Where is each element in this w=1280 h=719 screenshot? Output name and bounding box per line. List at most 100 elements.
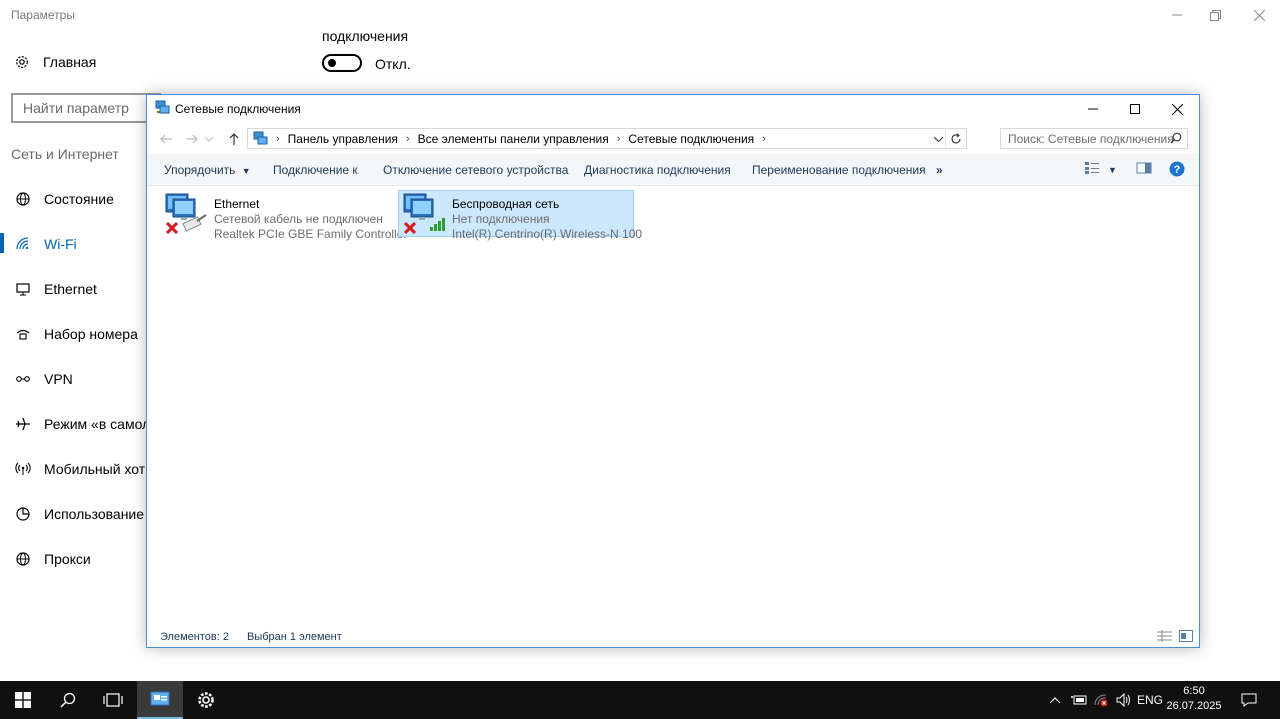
connection-label: подключения xyxy=(322,28,409,44)
connect-to-button[interactable]: Подключение к xyxy=(273,163,358,177)
wifi-disconnected-icon xyxy=(1094,694,1108,707)
connections-list: Ethernet Сетевой кабель не подключен Rea… xyxy=(147,186,1199,619)
nav-item-status[interactable]: Состояние xyxy=(0,176,148,221)
clock[interactable]: 6:50 26.07.2025 xyxy=(1163,684,1225,714)
more-commands-button[interactable]: » xyxy=(936,163,943,177)
volume-button[interactable] xyxy=(1114,681,1134,719)
breadcrumb-control-panel[interactable]: Панель управления xyxy=(288,132,398,146)
hotspot-icon xyxy=(15,461,31,477)
nav-item-wifi[interactable]: Wi-Fi xyxy=(0,221,148,266)
clock-date: 26.07.2025 xyxy=(1166,700,1222,712)
nav-item-hotspot[interactable]: Мобильный хот xyxy=(0,446,148,491)
toggle-knob xyxy=(328,59,336,67)
breadcrumb-network-connections[interactable]: Сетевые подключения xyxy=(628,132,754,146)
nav-item-proxy[interactable]: Прокси xyxy=(0,536,148,581)
minimize-icon xyxy=(1172,14,1182,16)
organize-menu[interactable]: Упорядочить ▼ xyxy=(164,163,251,177)
address-bar[interactable]: › Панель управления › Все элементы панел… xyxy=(247,128,967,149)
nav-item-label: Набор номера xyxy=(44,325,138,342)
proxy-globe-icon xyxy=(15,551,31,567)
explorer-close-button[interactable] xyxy=(1155,95,1199,123)
home-nav-item[interactable]: Главная xyxy=(14,54,96,70)
maximize-icon xyxy=(1130,104,1140,114)
ethernet-icon xyxy=(15,281,31,297)
chevron-right-icon: › xyxy=(616,132,621,145)
help-button[interactable]: ? xyxy=(1169,161,1185,177)
preview-pane-button[interactable] xyxy=(1136,161,1152,175)
nav-item-label: Wi-Fi xyxy=(44,235,77,252)
diagnose-button[interactable]: Диагностика подключения xyxy=(584,163,731,177)
connection-item-wireless[interactable]: Беспроводная сеть Нет подключения Intel(… xyxy=(398,190,642,241)
forward-button[interactable] xyxy=(183,130,201,148)
explorer-minimize-button[interactable] xyxy=(1071,95,1115,123)
svg-text:?: ? xyxy=(1174,164,1181,176)
nav-item-ethernet[interactable]: Ethernet xyxy=(0,266,148,311)
nav-item-airplane[interactable]: Режим «в самол xyxy=(0,401,148,446)
taskbar-settings[interactable] xyxy=(183,681,229,719)
settings-search-input[interactable]: Найти параметр xyxy=(11,93,161,123)
show-hidden-icons-button[interactable] xyxy=(1047,681,1063,719)
close-icon xyxy=(1253,9,1265,21)
input-language-button[interactable]: ENG xyxy=(1136,681,1164,719)
disable-device-button[interactable]: Отключение сетевого устройства xyxy=(383,163,568,177)
network-status-button[interactable] xyxy=(1092,681,1112,719)
nav-item-data-usage[interactable]: Использование xyxy=(0,491,148,536)
tiles-view-button[interactable] xyxy=(1179,630,1193,642)
disconnected-x-icon xyxy=(404,222,416,234)
connection-device: Intel(R) Centrino(R) Wireless-N 100 xyxy=(452,227,643,241)
back-button[interactable] xyxy=(157,130,175,148)
chevron-up-icon xyxy=(1049,696,1061,703)
up-button[interactable] xyxy=(225,130,243,148)
help-icon: ? xyxy=(1169,161,1185,177)
explorer-maximize-button[interactable] xyxy=(1113,95,1157,123)
task-view-button[interactable] xyxy=(90,681,136,719)
dialup-icon xyxy=(15,326,31,342)
chevron-down-icon xyxy=(933,136,943,142)
nav-item-label: VPN xyxy=(44,370,73,387)
chevron-down-icon xyxy=(205,136,213,142)
connection-item-ethernet[interactable]: Ethernet Сетевой кабель не подключен Rea… xyxy=(158,190,407,241)
close-icon xyxy=(1171,103,1183,115)
gear-icon xyxy=(16,56,28,68)
battery-button[interactable] xyxy=(1069,681,1089,719)
speaker-icon xyxy=(1116,693,1130,707)
address-history-button[interactable] xyxy=(930,131,946,147)
details-view-button[interactable] xyxy=(1157,630,1172,642)
nav-item-vpn[interactable]: VPN xyxy=(0,356,148,401)
battery-icon xyxy=(1071,695,1087,705)
change-view-button[interactable] xyxy=(1084,161,1100,175)
view-options-dropdown-icon[interactable]: ▼ xyxy=(1108,165,1117,175)
section-title: Сеть и Интернет xyxy=(11,146,119,162)
wifi-icon xyxy=(15,236,31,252)
breadcrumb-all-items[interactable]: Все элементы панели управления xyxy=(418,132,609,146)
close-button[interactable] xyxy=(1236,0,1280,30)
nav-item-label: Ethernet xyxy=(44,280,97,297)
airplane-icon xyxy=(15,416,31,432)
chevron-right-icon: › xyxy=(276,132,280,145)
chevron-right-icon[interactable]: › xyxy=(762,133,766,145)
up-arrow-icon xyxy=(229,133,239,145)
search-icon xyxy=(60,692,76,708)
settings-nav: Состояние Wi-Fi Ethernet Набор номера VP… xyxy=(0,176,148,581)
explorer-search-input[interactable]: Поиск: Сетевые подключения xyxy=(1000,128,1188,149)
details-view-icon xyxy=(1157,630,1172,642)
taskbar: ENG 6:50 26.07.2025 xyxy=(0,681,1280,719)
nav-item-label: Режим «в самол xyxy=(44,415,148,432)
recent-locations-button[interactable] xyxy=(203,130,215,148)
connection-toggle[interactable] xyxy=(322,54,362,72)
rename-button[interactable]: Переименование подключения xyxy=(752,163,926,177)
action-center-button[interactable] xyxy=(1236,681,1262,719)
taskbar-network-connections[interactable] xyxy=(137,681,183,719)
forward-arrow-icon xyxy=(186,134,198,144)
start-button[interactable] xyxy=(0,681,46,719)
refresh-button[interactable] xyxy=(945,129,966,148)
tiles-view-icon xyxy=(1179,630,1193,642)
data-usage-icon xyxy=(15,506,31,522)
explorer-titlebar[interactable]: Сетевые подключения xyxy=(147,95,1199,123)
search-button[interactable] xyxy=(45,681,91,719)
view-details-icon xyxy=(1085,162,1099,174)
network-connections-window: Сетевые подключения › Панель управления … xyxy=(146,94,1200,648)
restore-button[interactable] xyxy=(1192,0,1238,30)
nav-item-dialup[interactable]: Набор номера xyxy=(0,311,148,356)
gear-icon xyxy=(198,692,214,708)
